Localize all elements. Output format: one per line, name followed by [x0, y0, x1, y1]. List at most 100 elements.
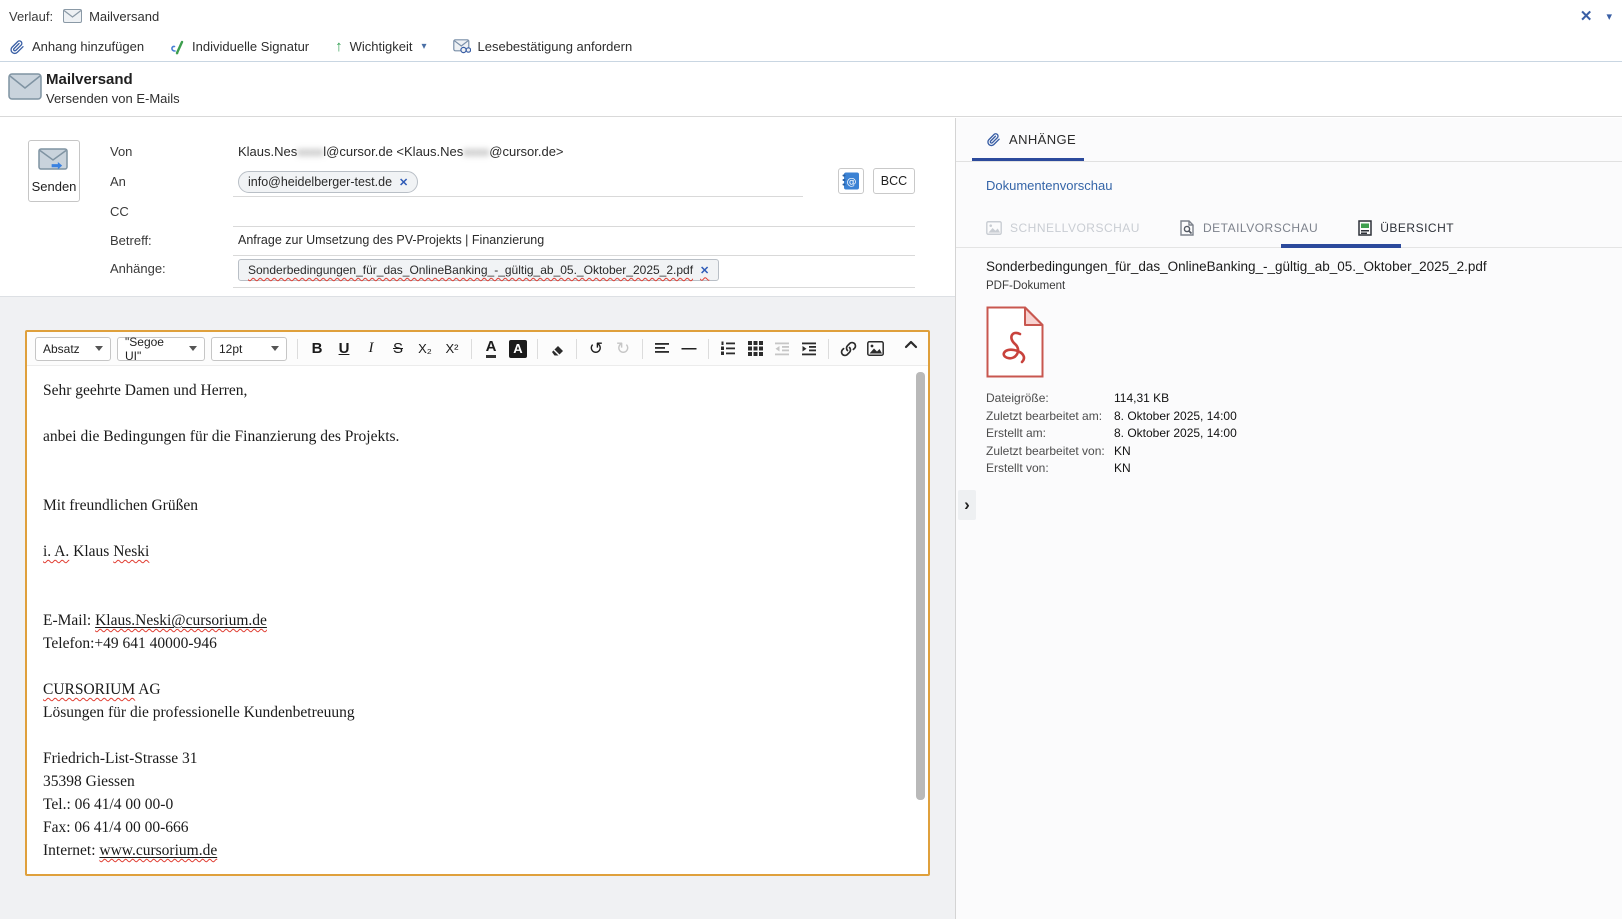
- editor-toolbar: Absatz "Segoe UI" 12pt B U I S X₂ X² A A…: [27, 332, 928, 366]
- body-line: Friedrich-List-Strasse 31: [43, 747, 898, 770]
- body-line: Internet: www.cursorium.de: [43, 839, 898, 862]
- undo-icon[interactable]: ↺: [584, 336, 608, 362]
- select-caret-icon: [271, 346, 279, 351]
- paragraph-format-value: Absatz: [43, 342, 80, 356]
- ordered-list-icon[interactable]: [716, 336, 740, 362]
- image-preview-icon: [986, 221, 1002, 235]
- remove-recipient-icon[interactable]: ✕: [399, 176, 408, 189]
- body-line: anbei die Bedingungen für die Finanzieru…: [43, 425, 898, 448]
- toolbar-divider: [471, 339, 472, 359]
- body-line: [43, 402, 898, 425]
- subscript-icon[interactable]: X₂: [413, 336, 437, 362]
- font-size-select[interactable]: 12pt: [211, 337, 287, 361]
- file-detail-label: Zuletzt bearbeitet von:: [986, 443, 1114, 461]
- history-label: Verlauf:: [9, 9, 53, 24]
- active-subtab-indicator: [1281, 244, 1401, 248]
- window-menu-caret-icon[interactable]: ▾: [1606, 10, 1612, 23]
- mailversand-envelope-icon: [8, 73, 42, 100]
- subject-field[interactable]: Anfrage zur Umsetzung des PV-Projekts | …: [238, 233, 544, 247]
- redacted-text: xxxx: [463, 144, 489, 159]
- underline-icon[interactable]: U: [332, 336, 356, 362]
- bold-icon[interactable]: B: [305, 336, 329, 362]
- horizontal-rule-icon[interactable]: —: [677, 336, 701, 362]
- font-size-value: 12pt: [219, 342, 242, 356]
- body-line: Tel.: 06 41/4 00 00-0: [43, 793, 898, 816]
- attachment-file-type: PDF-Dokument: [986, 280, 1065, 292]
- strikethrough-icon[interactable]: S: [386, 336, 410, 362]
- page-subtitle: Versenden von E-Mails: [46, 91, 180, 106]
- subtab-uebersicht[interactable]: ÜBERSICHT: [1358, 220, 1454, 236]
- read-receipt-label: Lesebestätigung anfordern: [478, 39, 633, 54]
- editor-scrollbar[interactable]: [916, 372, 925, 800]
- history-item-mailversand[interactable]: Mailversand: [63, 9, 159, 24]
- paperclip-icon: [9, 39, 25, 55]
- redacted-text: xxxx: [297, 144, 323, 159]
- signature-icon: [170, 39, 185, 55]
- outdent-icon[interactable]: [770, 336, 794, 362]
- italic-icon[interactable]: I: [359, 336, 383, 362]
- envelope-icon: [63, 9, 82, 23]
- toolbar-divider: [576, 339, 577, 359]
- attachment-file-name: Sonderbedingungen_für_das_OnlineBanking_…: [986, 259, 1487, 274]
- redo-icon[interactable]: ↻: [611, 336, 635, 362]
- to-field[interactable]: info@heidelberger-test.de ✕: [238, 171, 418, 193]
- history-bar: Verlauf: Mailversand ✕ ▾: [0, 0, 1622, 32]
- table-icon[interactable]: [743, 336, 767, 362]
- attachments-field[interactable]: Sonderbedingungen_für_das_OnlineBanking_…: [238, 259, 719, 281]
- body-line: [43, 724, 898, 747]
- file-detail-label: Dateigröße:: [986, 390, 1114, 408]
- collapse-toolbar-icon[interactable]: [904, 340, 918, 349]
- indent-icon[interactable]: [797, 336, 821, 362]
- mail-action-toolbar: Anhang hinzufügen Individuelle Signatur …: [0, 32, 1622, 62]
- body-line: Mit freundlichen Grüßen: [43, 494, 898, 517]
- document-preview-link[interactable]: Dokumentenvorschau: [986, 178, 1112, 193]
- importance-button[interactable]: ↑ Wichtigkeit ▾: [335, 39, 426, 54]
- bcc-button[interactable]: BCC: [873, 168, 915, 194]
- read-receipt-icon: [453, 39, 471, 54]
- editor-body-text[interactable]: Sehr geehrte Damen und Herren, anbei die…: [27, 366, 914, 874]
- insert-link-icon[interactable]: [836, 336, 860, 362]
- clear-formatting-icon[interactable]: [545, 336, 569, 362]
- to-row: An info@heidelberger-test.de ✕: [0, 170, 955, 196]
- individual-signature-button[interactable]: Individuelle Signatur: [170, 39, 309, 55]
- subtab-detailvorschau-label: DETAILVORSCHAU: [1203, 221, 1318, 235]
- to-recipient-chip[interactable]: info@heidelberger-test.de ✕: [238, 171, 418, 193]
- pdf-file-icon: [986, 306, 1044, 378]
- page-title: Mailversand: [46, 71, 133, 88]
- attachments-panel: › ANHÄNGE Dokumentenvorschau SCHNELLVORS…: [955, 118, 1622, 919]
- document-magnifier-icon: [1180, 220, 1195, 236]
- attachment-chip[interactable]: Sonderbedingungen_für_das_OnlineBanking_…: [238, 259, 719, 281]
- file-detail-value: 8. Oktober 2025, 14:00: [1114, 408, 1237, 426]
- cc-row: CC: [0, 200, 955, 226]
- toolbar-divider: [297, 339, 298, 359]
- remove-attachment-icon[interactable]: ✕: [700, 264, 709, 277]
- paragraph-format-select[interactable]: Absatz: [35, 337, 111, 361]
- font-family-select[interactable]: "Segoe UI": [117, 337, 205, 361]
- body-line: E-Mail: Klaus.Neski@cursorium.de: [43, 609, 898, 632]
- select-caret-icon: [189, 346, 197, 351]
- insert-image-icon[interactable]: [863, 336, 887, 362]
- subtab-schnellvorschau[interactable]: SCHNELLVORSCHAU: [986, 220, 1140, 236]
- file-detail-row: Erstellt von:KN: [986, 460, 1237, 478]
- read-receipt-button[interactable]: Lesebestätigung anfordern: [453, 39, 633, 54]
- highlight-color-icon[interactable]: A: [509, 340, 527, 358]
- body-line: [43, 586, 898, 609]
- preview-subtabs: SCHNELLVORSCHAU DETAILVORSCHAU ÜBERSICHT: [986, 220, 1454, 236]
- file-detail-value: 114,31 KB: [1114, 390, 1169, 408]
- panel-collapse-handle[interactable]: ›: [958, 490, 976, 520]
- close-icon[interactable]: ✕: [1580, 7, 1593, 25]
- address-book-button[interactable]: @: [838, 168, 864, 194]
- tab-anhaenge[interactable]: ANHÄNGE: [986, 132, 1076, 147]
- subtab-detailvorschau[interactable]: DETAILVORSCHAU: [1180, 220, 1318, 236]
- attachments-field-underline: [233, 287, 915, 288]
- attachments-row: Anhänge: Sonderbedingungen_für_das_Onlin…: [0, 257, 955, 283]
- subtab-uebersicht-label: ÜBERSICHT: [1380, 221, 1454, 235]
- superscript-icon[interactable]: X²: [440, 336, 464, 362]
- toolbar-divider: [642, 339, 643, 359]
- toolbar-divider: [828, 339, 829, 359]
- body-line: [43, 471, 898, 494]
- add-attachment-button[interactable]: Anhang hinzufügen: [9, 39, 144, 55]
- body-line: CURSORIUM AG: [43, 678, 898, 701]
- align-icon[interactable]: [650, 336, 674, 362]
- font-color-icon[interactable]: A: [486, 339, 497, 358]
